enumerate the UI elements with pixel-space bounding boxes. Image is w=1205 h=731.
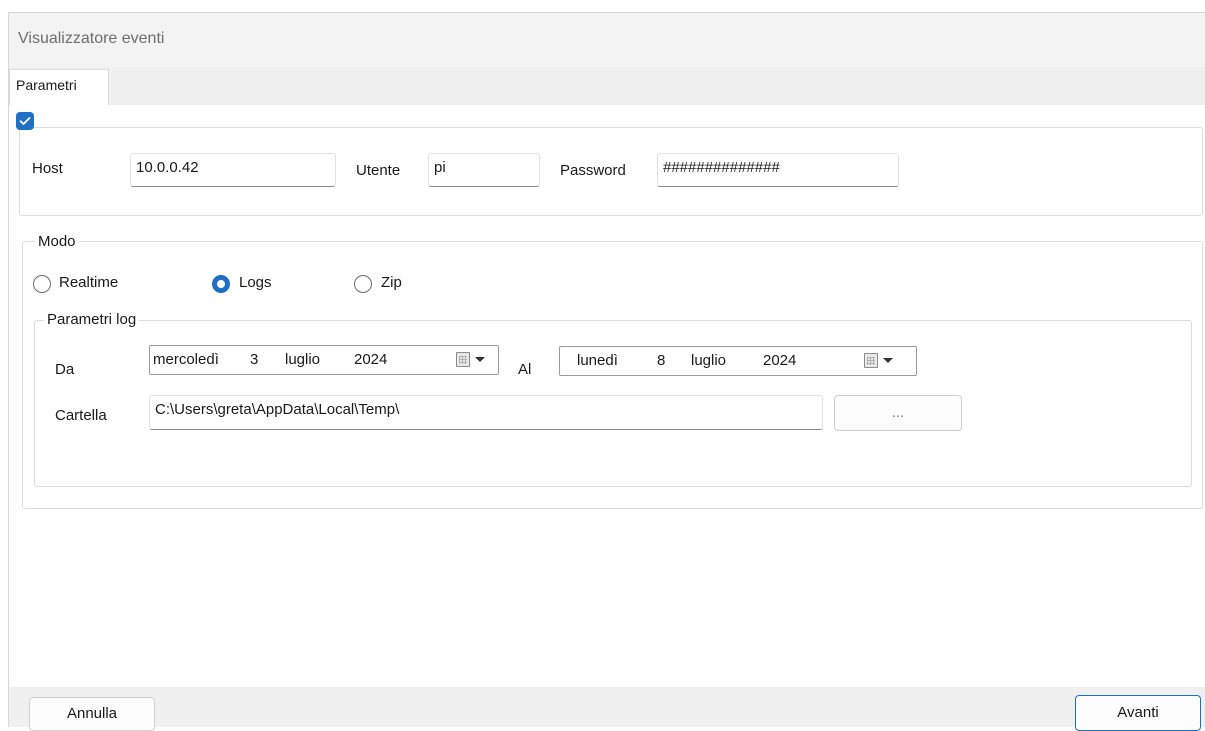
mode-legend: Modo — [35, 233, 79, 250]
folder-label: Cartella — [55, 407, 107, 424]
chevron-down-icon — [883, 358, 893, 363]
host-input[interactable]: 10.0.0.42 — [130, 153, 336, 187]
radio-logs[interactable]: Logs — [212, 272, 312, 296]
calendar-icon — [864, 353, 878, 368]
event-viewer-window: Visualizzatore eventi Parametri Host 10.… — [8, 12, 1205, 731]
to-day: 8 — [657, 352, 666, 369]
from-date-picker[interactable]: mercoledì 3 luglio 2024 — [149, 345, 499, 375]
to-date-picker[interactable]: lunedì 8 luglio 2024 — [559, 346, 917, 376]
radio-realtime-indicator — [33, 275, 51, 293]
radio-realtime-label: Realtime — [59, 274, 119, 291]
chevron-down-icon — [475, 357, 485, 362]
tab-page-parametri: Host 10.0.0.42 Utente pi Password ######… — [9, 105, 1205, 687]
from-day: 3 — [250, 351, 259, 368]
host-label: Host — [32, 160, 63, 177]
from-weekday: mercoledì — [153, 351, 219, 368]
to-year: 2024 — [763, 352, 797, 369]
tab-strip: Parametri — [9, 67, 1205, 105]
from-month: luglio — [285, 351, 321, 368]
connection-group: Host 10.0.0.42 Utente pi Password ######… — [19, 127, 1203, 216]
connection-enabled-checkbox[interactable] — [16, 112, 34, 130]
radio-zip-indicator — [354, 275, 372, 293]
dialog-footer: Annulla Avanti — [9, 687, 1205, 731]
user-label: Utente — [356, 162, 401, 179]
browse-folder-button[interactable]: ... — [834, 395, 962, 431]
tab-parametri[interactable]: Parametri — [9, 69, 109, 105]
from-year: 2024 — [354, 351, 388, 368]
title-bar: Visualizzatore eventi — [9, 13, 1205, 67]
password-input[interactable]: ############## — [657, 153, 899, 187]
to-weekday: lunedì — [577, 352, 618, 369]
user-input[interactable]: pi — [428, 153, 540, 187]
calendar-icon — [456, 352, 470, 367]
radio-zip-label: Zip — [381, 274, 402, 291]
radio-zip[interactable]: Zip — [354, 272, 434, 296]
tab-label: Parametri — [16, 77, 77, 93]
to-label: Al — [518, 361, 532, 378]
from-calendar-button[interactable] — [456, 351, 490, 369]
log-params-group: Parametri log Da mercoledì 3 luglio 2024… — [34, 311, 1192, 487]
checkbox-checked-icon — [19, 117, 31, 125]
window-title: Visualizzatore eventi — [18, 30, 165, 47]
radio-logs-indicator — [212, 275, 230, 293]
from-label: Da — [55, 361, 75, 378]
folder-input[interactable]: C:\Users\greta\AppData\Local\Temp\ — [149, 395, 823, 430]
log-params-legend: Parametri log — [44, 311, 140, 328]
radio-logs-label: Logs — [239, 274, 272, 291]
password-label: Password — [560, 162, 626, 179]
radio-realtime[interactable]: Realtime — [33, 272, 163, 296]
to-month: luglio — [691, 352, 727, 369]
to-calendar-button[interactable] — [864, 352, 898, 370]
mode-group: Modo Realtime Logs Zip Parametri log Da … — [22, 233, 1203, 509]
